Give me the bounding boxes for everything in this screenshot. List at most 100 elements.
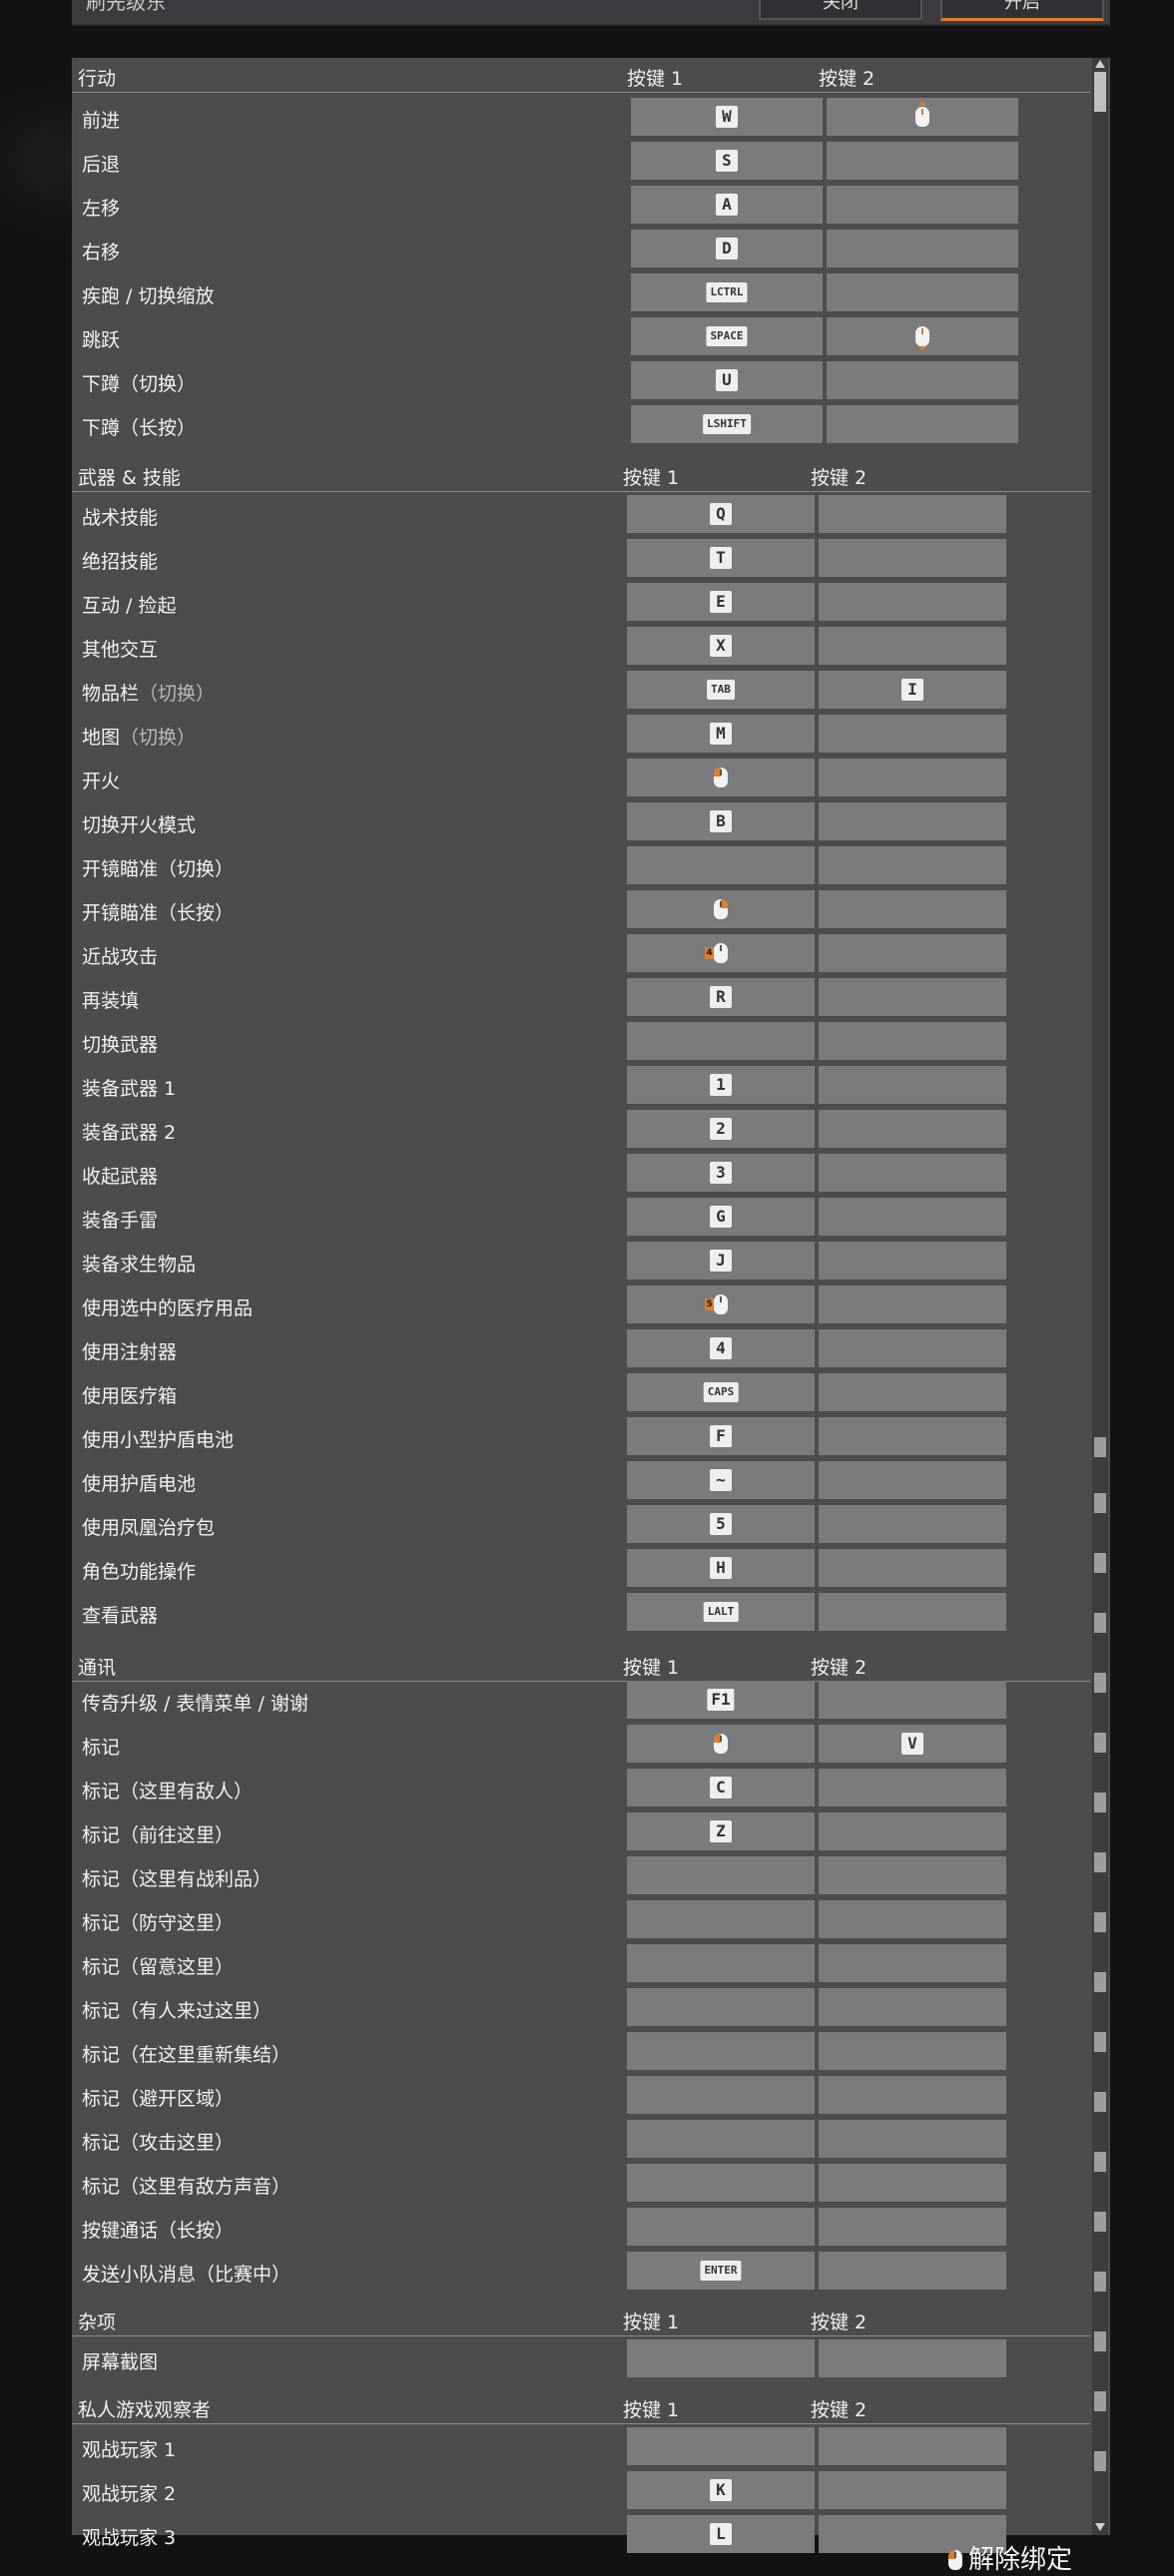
key1-binding-slot[interactable]: LSHIFT	[631, 405, 823, 443]
key2-binding-slot[interactable]	[827, 186, 1018, 224]
key2-binding-slot[interactable]	[819, 2252, 1006, 2290]
key2-binding-slot[interactable]	[819, 715, 1006, 753]
key1-binding-slot[interactable]	[627, 2120, 815, 2158]
key1-binding-slot[interactable]	[627, 1944, 815, 1982]
key1-binding-slot[interactable]: S	[631, 142, 823, 180]
key1-binding-slot[interactable]: 2	[627, 1110, 815, 1148]
key1-binding-slot[interactable]: G	[627, 1198, 815, 1236]
key2-binding-slot[interactable]	[819, 1022, 1006, 1060]
key1-binding-slot[interactable]: ENTER	[627, 2252, 815, 2290]
key2-binding-slot[interactable]	[819, 2427, 1006, 2465]
key2-binding-slot[interactable]	[827, 317, 1018, 355]
key2-binding-slot[interactable]	[819, 978, 1006, 1016]
key2-binding-slot[interactable]	[819, 1505, 1006, 1543]
key2-binding-slot[interactable]	[819, 495, 1006, 533]
key2-binding-slot[interactable]	[819, 2471, 1006, 2509]
key2-binding-slot[interactable]	[819, 583, 1006, 621]
key1-binding-slot[interactable]	[627, 1725, 815, 1763]
key1-binding-slot[interactable]: TAB	[627, 671, 815, 709]
key1-binding-slot[interactable]: Q	[627, 495, 815, 533]
key1-binding-slot[interactable]: B	[627, 802, 815, 840]
key2-binding-slot[interactable]	[819, 2164, 1006, 2202]
key1-binding-slot[interactable]: J	[627, 1242, 815, 1280]
key2-binding-slot[interactable]	[819, 1066, 1006, 1104]
key2-binding-slot[interactable]	[819, 1286, 1006, 1323]
key2-binding-slot[interactable]	[819, 539, 1006, 577]
scrollbar-thumb[interactable]	[1094, 72, 1106, 112]
key1-binding-slot[interactable]: Z	[627, 1812, 815, 1850]
key2-binding-slot[interactable]	[827, 273, 1018, 311]
key1-binding-slot[interactable]: U	[631, 361, 823, 399]
key1-binding-slot[interactable]: LCTRL	[631, 273, 823, 311]
key1-binding-slot[interactable]: F1	[627, 1681, 815, 1719]
key2-binding-slot[interactable]	[819, 759, 1006, 796]
key2-binding-slot[interactable]	[819, 1417, 1006, 1455]
key1-binding-slot[interactable]	[627, 1856, 815, 1894]
key1-binding-slot[interactable]	[627, 1900, 815, 1938]
key1-binding-slot[interactable]	[627, 2208, 815, 2246]
key2-binding-slot[interactable]: I	[819, 671, 1006, 709]
key1-binding-slot[interactable]: D	[631, 230, 823, 267]
key2-binding-slot[interactable]	[819, 1154, 1006, 1192]
key2-binding-slot[interactable]	[819, 1856, 1006, 1894]
key1-binding-slot[interactable]: CAPS	[627, 1373, 815, 1411]
key1-binding-slot[interactable]	[627, 759, 815, 796]
key2-binding-slot[interactable]	[819, 802, 1006, 840]
key1-binding-slot[interactable]	[627, 2339, 815, 2377]
key1-binding-slot[interactable]: 3	[627, 1154, 815, 1192]
key2-binding-slot[interactable]	[819, 2208, 1006, 2246]
key2-binding-slot[interactable]	[819, 1242, 1006, 1280]
key1-binding-slot[interactable]	[627, 2076, 815, 2114]
key1-binding-slot[interactable]	[627, 890, 815, 928]
key2-binding-slot[interactable]	[827, 98, 1018, 136]
key1-binding-slot[interactable]: L	[627, 2515, 815, 2553]
key1-binding-slot[interactable]: C	[627, 1769, 815, 1806]
key2-binding-slot[interactable]: V	[819, 1725, 1006, 1763]
key1-binding-slot[interactable]: A	[631, 186, 823, 224]
key2-binding-slot[interactable]	[827, 230, 1018, 267]
toggle-on-button[interactable]: 开启	[940, 0, 1104, 21]
unbind-action[interactable]: 解除绑定	[948, 2539, 1072, 2576]
key2-binding-slot[interactable]	[819, 2339, 1006, 2377]
key1-binding-slot[interactable]	[627, 1022, 815, 1060]
key2-binding-slot[interactable]	[819, 1812, 1006, 1850]
key2-binding-slot[interactable]	[819, 890, 1006, 928]
key1-binding-slot[interactable]	[627, 846, 815, 884]
key2-binding-slot[interactable]	[819, 934, 1006, 972]
scroll-down-arrow-icon[interactable]	[1095, 2523, 1105, 2531]
toggle-off-button[interactable]: 关闭	[759, 0, 922, 20]
key2-binding-slot[interactable]	[819, 1769, 1006, 1806]
key1-binding-slot[interactable]: T	[627, 539, 815, 577]
key1-binding-slot[interactable]	[627, 1988, 815, 2026]
key1-binding-slot[interactable]: K	[627, 2471, 815, 2509]
scroll-up-arrow-icon[interactable]	[1095, 60, 1105, 68]
key1-binding-slot[interactable]: F	[627, 1417, 815, 1455]
key1-binding-slot[interactable]: 4	[627, 1329, 815, 1367]
key2-binding-slot[interactable]	[819, 846, 1006, 884]
key2-binding-slot[interactable]	[819, 1198, 1006, 1236]
key1-binding-slot[interactable]: R	[627, 978, 815, 1016]
key1-binding-slot[interactable]: H	[627, 1549, 815, 1587]
key2-binding-slot[interactable]	[819, 1373, 1006, 1411]
key1-binding-slot[interactable]: E	[627, 583, 815, 621]
key2-binding-slot[interactable]	[827, 405, 1018, 443]
key1-binding-slot[interactable]: ~	[627, 1461, 815, 1499]
key2-binding-slot[interactable]	[819, 1944, 1006, 1982]
key2-binding-slot[interactable]	[819, 2076, 1006, 2114]
key1-binding-slot[interactable]: SPACE	[631, 317, 823, 355]
key2-binding-slot[interactable]	[819, 1681, 1006, 1719]
key2-binding-slot[interactable]	[819, 1988, 1006, 2026]
key1-binding-slot[interactable]	[627, 2427, 815, 2465]
key1-binding-slot[interactable]: 5	[627, 1286, 815, 1323]
key1-binding-slot[interactable]: W	[631, 98, 823, 136]
key2-binding-slot[interactable]	[819, 2032, 1006, 2070]
key1-binding-slot[interactable]: 1	[627, 1066, 815, 1104]
key1-binding-slot[interactable]: M	[627, 715, 815, 753]
key2-binding-slot[interactable]	[819, 1549, 1006, 1587]
key1-binding-slot[interactable]: LALT	[627, 1593, 815, 1631]
key2-binding-slot[interactable]	[819, 1461, 1006, 1499]
key2-binding-slot[interactable]	[819, 2120, 1006, 2158]
key2-binding-slot[interactable]	[827, 142, 1018, 180]
key1-binding-slot[interactable]	[627, 2032, 815, 2070]
key2-binding-slot[interactable]	[819, 1110, 1006, 1148]
